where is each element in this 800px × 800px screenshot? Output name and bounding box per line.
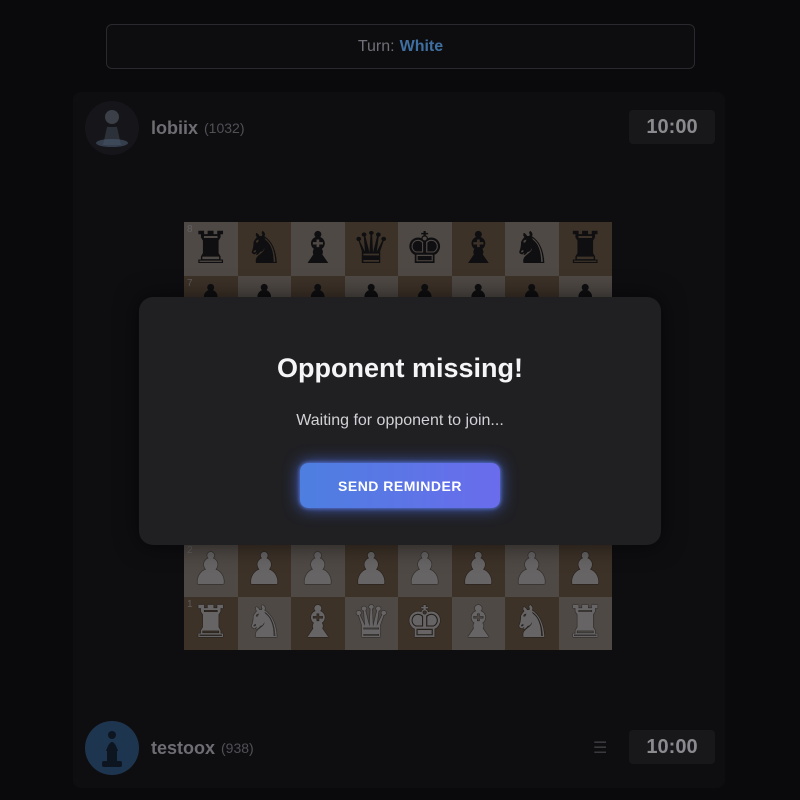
player-name: testoox [151,737,216,758]
black-bishop-icon[interactable]: ♝ [459,226,498,271]
turn-label: Turn: [357,37,395,55]
board-square[interactable]: ♞ [237,222,291,276]
white-pawn-icon[interactable]: ♟ [459,547,498,592]
chess-bishop-avatar-icon [102,731,122,767]
modal-subtitle: Waiting for opponent to join... [296,412,504,429]
opponent-missing-modal: Opponent missing! Waiting for opponent t… [139,297,661,545]
white-pawn-icon[interactable]: ♟ [405,547,444,592]
black-bishop-icon[interactable]: ♝ [298,226,337,271]
board-square[interactable]: ♜ [558,596,612,650]
turn-indicator: Turn: White [106,24,695,69]
board-square[interactable]: ♟ [291,543,345,597]
opponent-name: lobiix [151,117,199,138]
white-bishop-icon[interactable]: ♝ [298,601,337,645]
board-square[interactable]: ♟ [451,543,505,597]
board-square[interactable]: ♚ [398,596,452,650]
board-square[interactable]: ♚ [398,222,452,276]
board-square[interactable]: 2 ♟ [184,543,238,597]
rank-label: 2 [187,545,193,556]
board-square[interactable]: ♟ [398,543,452,597]
white-rook-icon[interactable]: ♜ [191,601,230,645]
board-square[interactable]: ♛ [344,222,398,276]
board-square[interactable]: ♛ [344,596,398,650]
white-queen-icon[interactable]: ♛ [352,601,391,645]
board-square[interactable]: ♞ [505,596,559,650]
hamburger-icon[interactable]: ☰ [593,738,607,758]
turn-value: White [399,37,444,55]
board-square[interactable]: ♝ [451,222,505,276]
rank-label: 1 [187,598,193,610]
player-clock: 10:00 [629,730,715,764]
modal-title: Opponent missing! [277,353,523,383]
white-knight-icon[interactable]: ♞ [512,601,551,645]
send-reminder-button[interactable]: SEND REMINDER [300,463,500,508]
white-king-icon[interactable]: ♚ [405,601,444,645]
opponent-rating: (1032) [204,120,245,136]
black-knight-icon[interactable]: ♞ [245,226,284,271]
board-square[interactable]: ♝ [291,222,345,276]
player-row: testoox (938) ☰ 10:00 [73,716,725,780]
rank-label: 7 [187,277,193,289]
white-knight-icon[interactable]: ♞ [245,601,284,645]
opponent-avatar[interactable] [85,101,139,155]
black-queen-icon[interactable]: ♛ [352,226,391,271]
white-pawn-icon[interactable]: ♟ [566,547,605,592]
white-pawn-icon[interactable]: ♟ [191,547,230,592]
board-square[interactable]: ♟ [558,543,612,597]
opponent-clock: 10:00 [629,110,715,144]
player-rating: (938) [221,740,254,756]
board-square[interactable]: ♝ [291,596,345,650]
board-square[interactable]: ♝ [451,596,505,650]
white-bishop-icon[interactable]: ♝ [459,601,498,645]
board-square[interactable]: 1 ♜ [184,596,238,650]
board-square[interactable]: ♜ [558,222,612,276]
board-square[interactable]: ♟ [505,543,559,597]
white-pawn-icon[interactable]: ♟ [245,547,284,592]
player-avatar[interactable] [85,721,139,775]
black-knight-icon[interactable]: ♞ [512,226,551,271]
rank-label: 8 [187,224,193,235]
board-square[interactable]: 8 ♜ [184,222,238,276]
black-rook-icon[interactable]: ♜ [191,226,230,271]
chess-pawn-avatar-icon [96,110,128,147]
white-pawn-icon[interactable]: ♟ [298,547,337,592]
board-square[interactable]: ♞ [237,596,291,650]
board-square[interactable]: ♟ [237,543,291,597]
white-rook-icon[interactable]: ♜ [566,601,605,645]
board-square[interactable]: ♞ [505,222,559,276]
board-square[interactable]: ♟ [344,543,398,597]
white-pawn-icon[interactable]: ♟ [512,547,551,592]
white-pawn-icon[interactable]: ♟ [352,547,391,592]
black-king-icon[interactable]: ♚ [405,226,444,271]
opponent-row: lobiix (1032) 10:00 [73,96,725,160]
black-rook-icon[interactable]: ♜ [566,226,605,271]
